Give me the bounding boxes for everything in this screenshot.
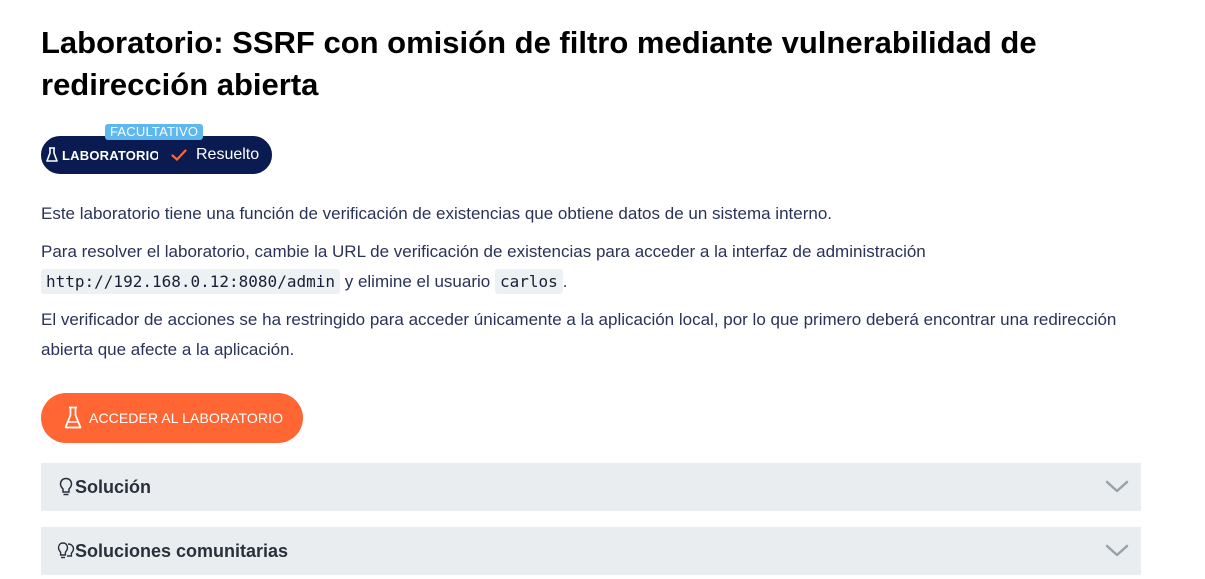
check-icon: [168, 149, 190, 161]
badge-status: Resuelto: [196, 146, 260, 163]
p2-text-middle: y elimine el usuario: [344, 272, 491, 291]
description-paragraph-1: Este laboratorio tiene una función de ve…: [41, 204, 832, 223]
lab-page: Laboratorio: SSRF con omisión de filtro …: [0, 0, 1205, 579]
solution-accordion[interactable]: Solución: [41, 463, 1141, 511]
lab-status-badge: LABORATORIO Resuelto: [41, 136, 272, 174]
p2-text-before: Para resolver el laboratorio, cambie la …: [41, 242, 926, 261]
flask-icon: [63, 405, 83, 431]
access-lab-label: ACCEDER AL LABORATORIO: [89, 410, 284, 426]
p2-text-after: .: [562, 272, 568, 291]
username-code: carlos: [494, 269, 563, 294]
lightbulb-icon: [57, 476, 75, 498]
community-solutions-accordion[interactable]: Soluciones comunitarias: [41, 527, 1141, 575]
chevron-down-icon: [1105, 544, 1129, 557]
chevron-down-icon: [1105, 480, 1129, 493]
admin-url-code: http://192.168.0.12:8080/admin: [41, 269, 340, 294]
badge-label: LABORATORIO: [62, 147, 158, 163]
access-lab-button[interactable]: ACCEDER AL LABORATORIO: [41, 393, 303, 443]
community-solutions-label: Soluciones comunitarias: [75, 540, 289, 561]
solution-label: Solución: [75, 476, 151, 497]
optional-tag: FACULTATIVO: [105, 124, 204, 140]
description-paragraph-3: El verificador de acciones se ha restrin…: [41, 310, 1117, 359]
lightbulbs-icon: [57, 540, 75, 562]
page-title: Laboratorio: SSRF con omisión de filtro …: [41, 25, 1037, 102]
description-paragraph-2: Para resolver el laboratorio, cambie la …: [41, 237, 1141, 297]
flask-icon: [42, 145, 58, 165]
